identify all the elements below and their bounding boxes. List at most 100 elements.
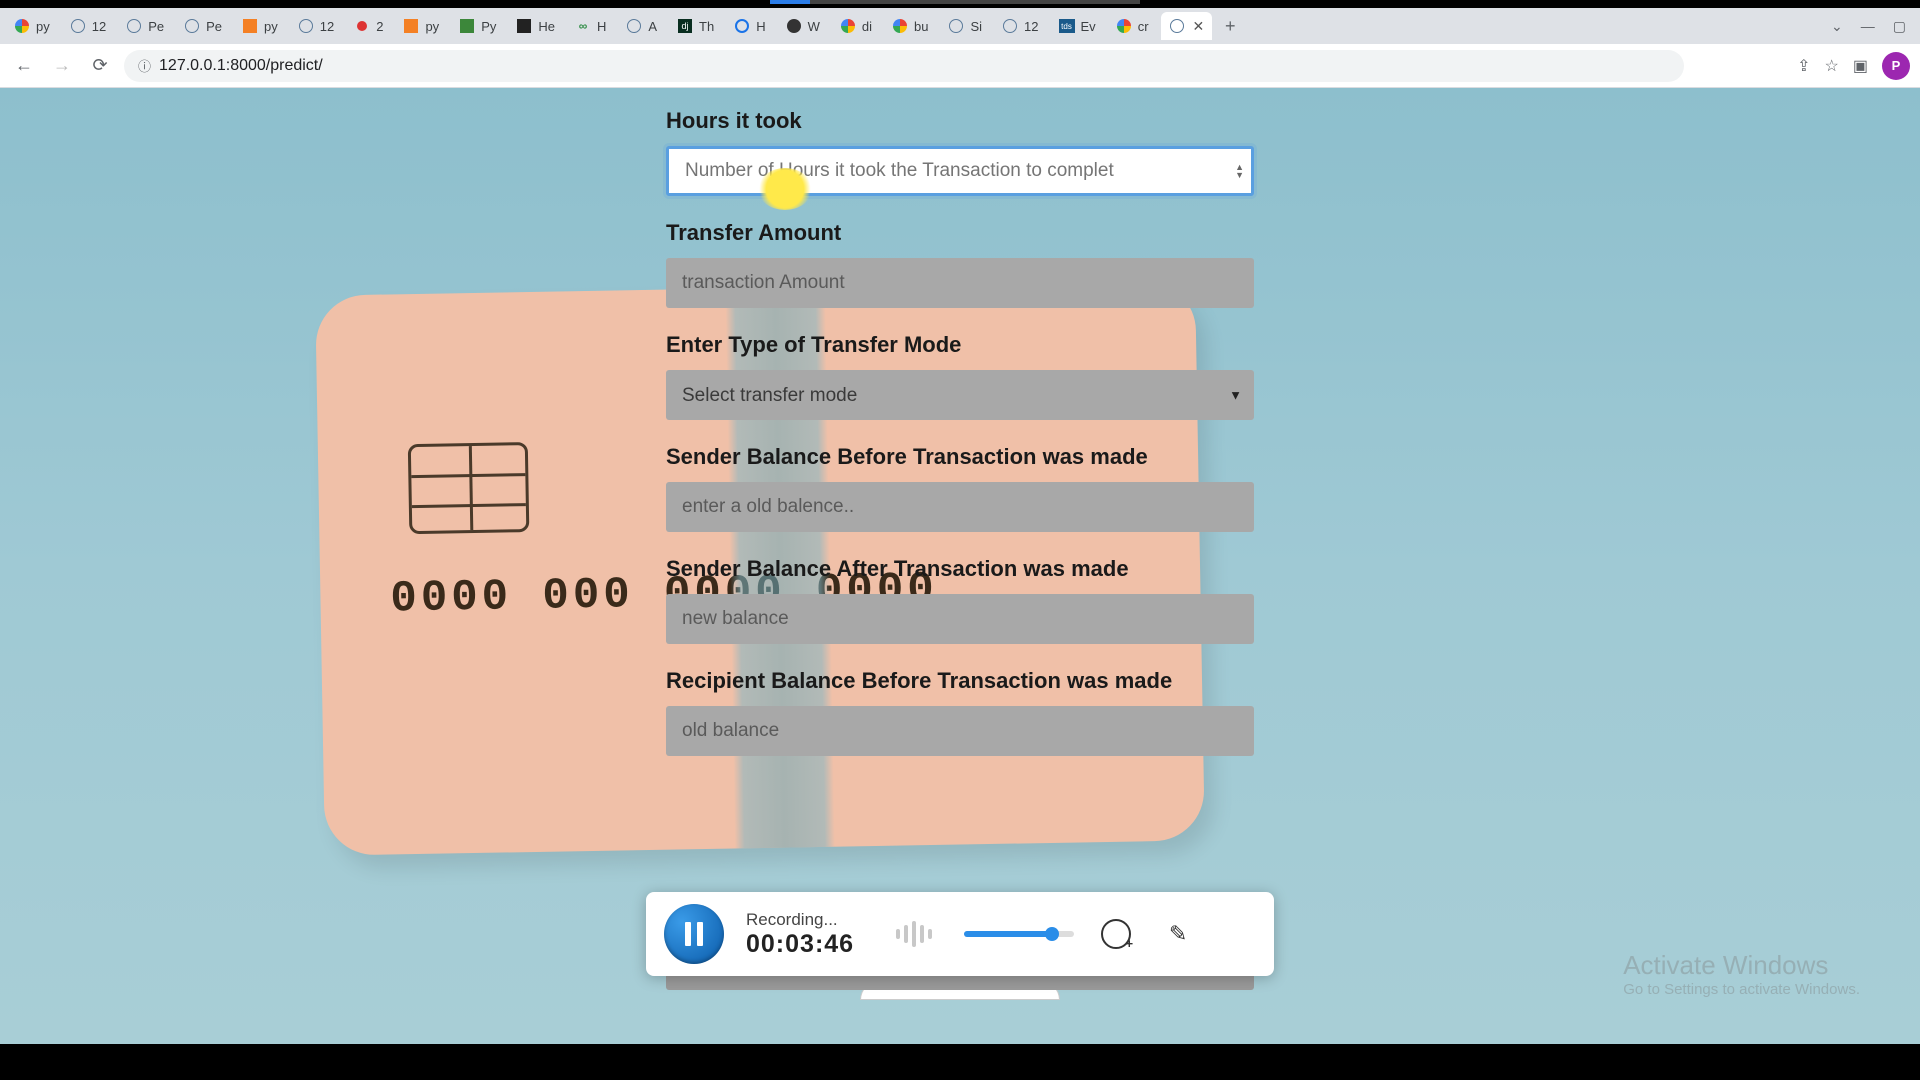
circle-icon	[734, 18, 750, 34]
tab-label: 12	[92, 19, 106, 34]
tab[interactable]: A	[618, 12, 665, 40]
volume-slider[interactable]	[964, 931, 1074, 937]
recording-time: 00:03:46	[746, 930, 854, 959]
tab-label: 2	[376, 19, 383, 34]
page-content: 0000 000 0000 0000 Hours it took ▲▼ Tran…	[0, 88, 1920, 1044]
tab[interactable]: 12	[994, 12, 1046, 40]
tab[interactable]: dj Th	[669, 12, 722, 40]
tab-active[interactable]: ✕	[1161, 12, 1213, 40]
tab-search-icon[interactable]: ⌄	[1831, 18, 1843, 35]
tab[interactable]: Pe	[176, 12, 230, 40]
google-icon	[892, 18, 908, 34]
annotate-button[interactable]: ✎	[1158, 914, 1198, 954]
sidepanel-icon[interactable]: ▣	[1853, 56, 1868, 76]
sender-before-input[interactable]	[666, 482, 1254, 532]
amount-label: Transfer Amount	[666, 220, 1254, 246]
watermark-subtitle: Go to Settings to activate Windows.	[1623, 981, 1860, 998]
number-spinner-icon[interactable]: ▲▼	[1235, 163, 1244, 179]
close-icon[interactable]: ✕	[1193, 18, 1205, 35]
tab[interactable]: cr	[1108, 12, 1157, 40]
tab-label: cr	[1138, 19, 1149, 34]
amount-input[interactable]	[666, 258, 1254, 308]
tab[interactable]: bu	[884, 12, 936, 40]
sender-after-input[interactable]	[666, 594, 1254, 644]
tab-label: py	[425, 19, 439, 34]
tab[interactable]: py	[234, 12, 286, 40]
sender-before-label: Sender Balance Before Transaction was ma…	[666, 444, 1254, 470]
pause-button[interactable]	[664, 904, 724, 964]
url-field[interactable]: ⓘ 127.0.0.1:8000/predict/	[124, 50, 1684, 82]
tab-label: 12	[1024, 19, 1038, 34]
windows-watermark: Activate Windows Go to Settings to activ…	[1623, 950, 1860, 998]
django-icon: dj	[677, 18, 693, 34]
tab-label: bu	[914, 19, 928, 34]
hours-input[interactable]	[666, 146, 1254, 196]
tab[interactable]: He	[508, 12, 563, 40]
stackoverflow-icon	[403, 18, 419, 34]
globe-icon	[948, 18, 964, 34]
tab-strip: py 12 Pe Pe py 12 2 py Py He ∞H A djTh H…	[0, 8, 1920, 44]
tab-label: 12	[320, 19, 334, 34]
tab[interactable]: Py	[451, 12, 504, 40]
tab[interactable]: 2	[346, 12, 391, 40]
recipient-before-input[interactable]	[666, 706, 1254, 756]
w-icon	[786, 18, 802, 34]
site-info-icon[interactable]: ⓘ	[138, 56, 151, 75]
globe-icon	[298, 18, 314, 34]
globe-icon	[126, 18, 142, 34]
new-tab-button[interactable]: +	[1216, 12, 1244, 40]
terminal-icon	[516, 18, 532, 34]
back-button[interactable]: ←	[10, 52, 38, 80]
address-bar: ← → ⟳ ⓘ 127.0.0.1:8000/predict/ ⇪ ☆ ▣ P	[0, 44, 1920, 88]
tab[interactable]: 12	[62, 12, 114, 40]
tab[interactable]: py	[6, 12, 58, 40]
forward-button[interactable]: →	[48, 52, 76, 80]
tab[interactable]: py	[395, 12, 447, 40]
tab[interactable]: tdsEv	[1051, 12, 1104, 40]
tab[interactable]: Pe	[118, 12, 172, 40]
tab-label: W	[808, 19, 820, 34]
gfg-icon: ∞	[575, 18, 591, 34]
tab-label: Pe	[206, 19, 222, 34]
share-icon[interactable]: ⇪	[1797, 56, 1810, 76]
tab[interactable]: 12	[290, 12, 342, 40]
tds-icon: tds	[1059, 18, 1075, 34]
globe-icon	[1169, 18, 1185, 34]
globe-icon	[1002, 18, 1018, 34]
google-icon	[14, 18, 30, 34]
tab[interactable]: di	[832, 12, 880, 40]
tab[interactable]: ∞H	[567, 12, 614, 40]
google-icon	[840, 18, 856, 34]
minimize-button[interactable]: —	[1861, 18, 1875, 34]
tab-label: Si	[970, 19, 982, 34]
browser-window: py 12 Pe Pe py 12 2 py Py He ∞H A djTh H…	[0, 8, 1920, 1044]
tab-label: Pe	[148, 19, 164, 34]
tab-label: H	[597, 19, 606, 34]
tab-label: Th	[699, 19, 714, 34]
hours-label: Hours it took	[666, 108, 1254, 134]
window-controls: ⌄ — ▢	[1831, 18, 1920, 35]
prediction-form: Hours it took ▲▼ Transfer Amount Enter T…	[666, 108, 1254, 756]
tab[interactable]: H	[726, 12, 773, 40]
webcam-button[interactable]	[1096, 914, 1136, 954]
tab-label: H	[756, 19, 765, 34]
reload-button[interactable]: ⟳	[86, 52, 114, 80]
screen-recorder-bar: Recording... 00:03:46 ✎	[646, 892, 1274, 976]
transfer-mode-select[interactable]: Select transfer mode	[666, 370, 1254, 420]
card-chip-icon	[408, 442, 530, 534]
google-icon	[1116, 18, 1132, 34]
tab-label: A	[648, 19, 657, 34]
bookmark-icon[interactable]: ☆	[1825, 56, 1839, 76]
video-top-bar	[0, 0, 1920, 8]
tab-label: py	[36, 19, 50, 34]
maximize-button[interactable]: ▢	[1893, 18, 1906, 35]
tab[interactable]: W	[778, 12, 828, 40]
globe-icon	[70, 18, 86, 34]
cursor-highlight-icon	[758, 168, 812, 210]
tab[interactable]: Si	[940, 12, 990, 40]
watermark-title: Activate Windows	[1623, 950, 1860, 981]
pycharm-icon	[459, 18, 475, 34]
tab-label: Py	[481, 19, 496, 34]
profile-avatar[interactable]: P	[1882, 52, 1910, 80]
mode-label: Enter Type of Transfer Mode	[666, 332, 1254, 358]
